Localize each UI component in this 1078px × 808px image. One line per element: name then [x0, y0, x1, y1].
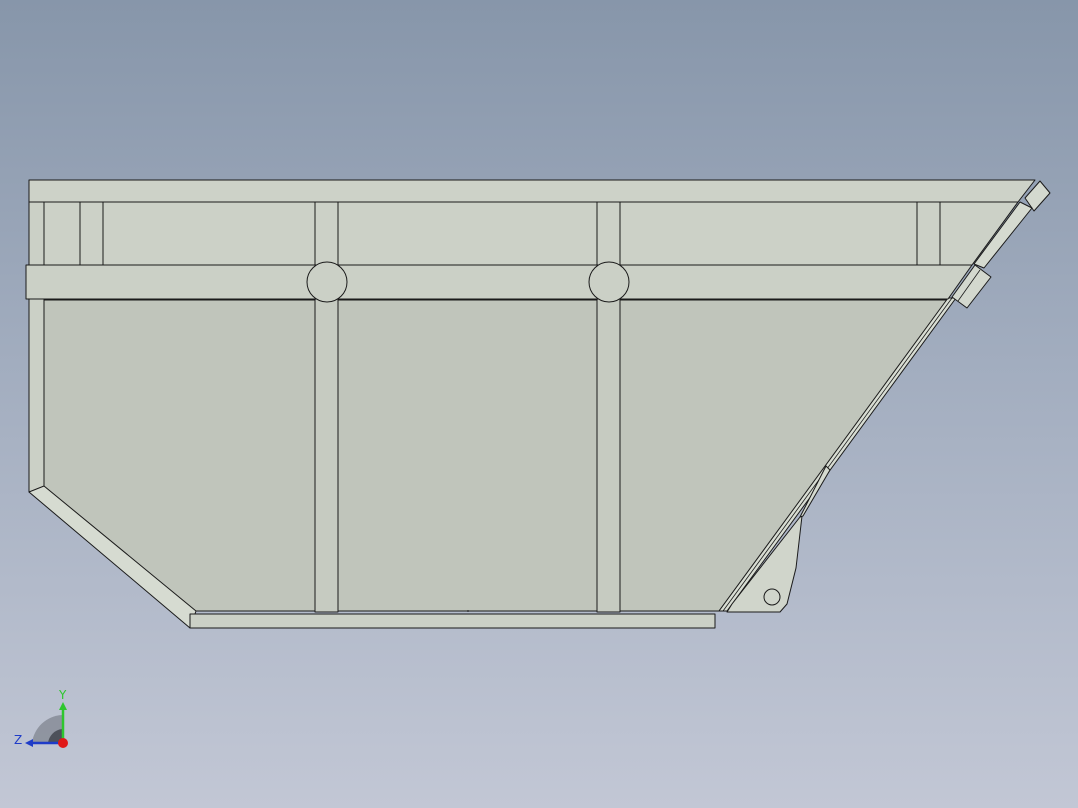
middle-rail — [25, 264, 973, 300]
stiffener-upper-4 — [916, 201, 941, 266]
lifting-trunnion-left — [306, 261, 348, 303]
stiffener-lower-2 — [596, 298, 621, 613]
top-rail — [28, 179, 1036, 203]
graphics-viewport[interactable]: Y Z — [0, 0, 1078, 808]
triad-y-arrow — [59, 702, 67, 710]
stiffener-upper-3 — [596, 201, 621, 266]
triad-y-label: Y — [58, 688, 67, 702]
upper-band-panel — [43, 201, 1019, 266]
stiffener-upper-1 — [79, 201, 104, 266]
view-orientation-triad[interactable]: Y Z — [10, 685, 80, 755]
skip-container-model[interactable] — [0, 0, 1078, 808]
triad-z-label: Z — [14, 733, 22, 747]
left-frame-post — [28, 201, 45, 493]
hinge-pin-hole — [763, 588, 781, 606]
bottom-rail — [189, 613, 716, 629]
stiffener-upper-2 — [314, 201, 339, 266]
stiffener-lower-1 — [314, 298, 339, 613]
triad-x-axis-dot — [58, 738, 68, 748]
triad-z-arrow — [25, 739, 33, 747]
container-side-panel — [43, 299, 949, 612]
lifting-trunnion-right — [588, 261, 630, 303]
